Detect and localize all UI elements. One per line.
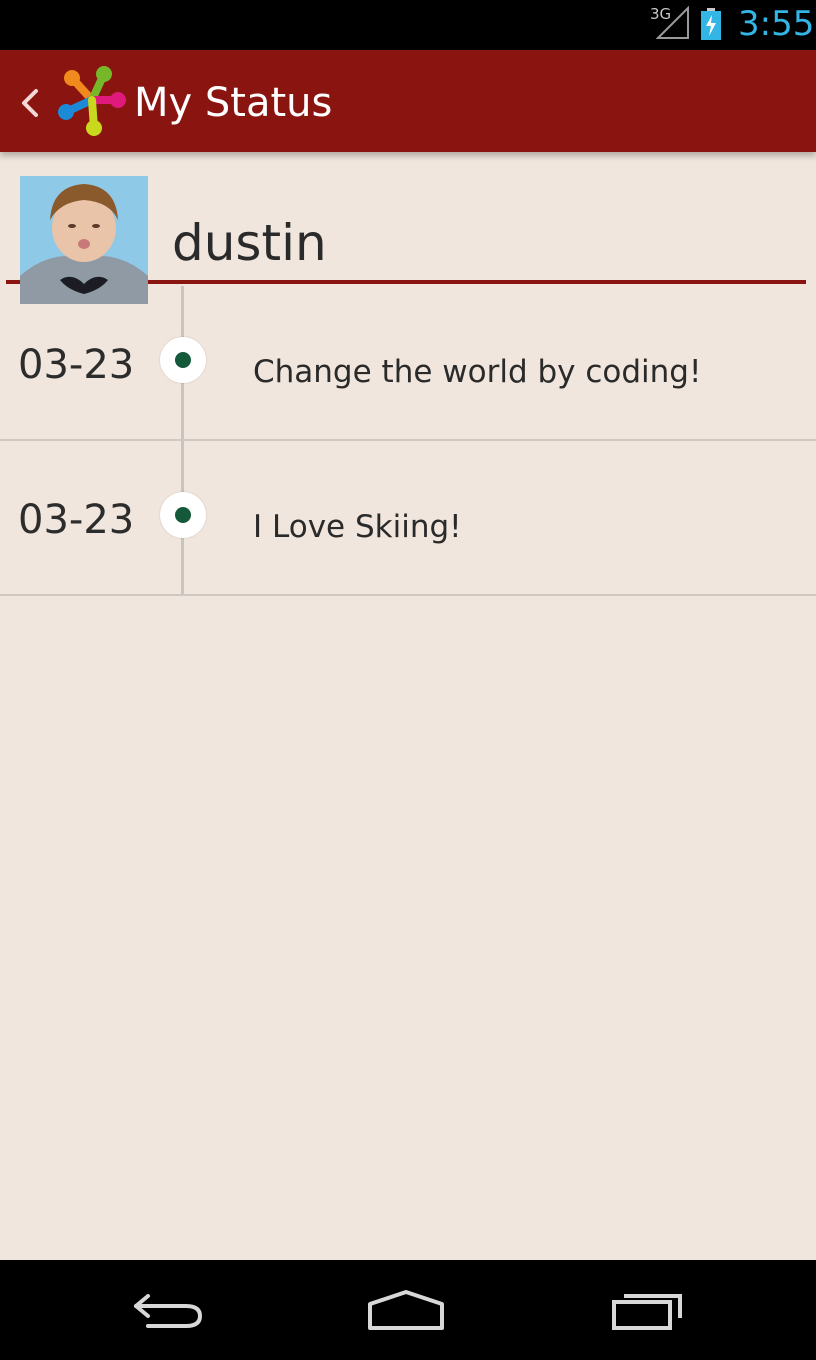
status-text: Change the world by coding! [253, 354, 702, 390]
timeline-row[interactable]: 03-23 Change the world by coding! [0, 286, 816, 441]
status-date: 03-23 [18, 497, 135, 543]
action-bar: My Status [0, 50, 816, 152]
username: dustin [172, 214, 327, 272]
timeline-row[interactable]: 03-23 I Love Skiing! [0, 441, 816, 596]
avatar[interactable] [20, 176, 148, 304]
status-clock: 3:55 [738, 4, 815, 44]
profile-header: dustin [0, 152, 816, 304]
navigation-bar [0, 1260, 816, 1360]
home-icon[interactable] [364, 1288, 448, 1332]
timeline-node-icon [160, 337, 206, 383]
chevron-left-icon[interactable] [16, 83, 46, 123]
back-icon[interactable] [128, 1288, 208, 1332]
status-date: 03-23 [18, 342, 135, 388]
page-title: My Status [134, 80, 333, 126]
recents-icon[interactable] [608, 1288, 688, 1332]
battery-charging-icon [701, 8, 721, 40]
app-logo-icon[interactable] [56, 66, 126, 136]
timeline-node-icon [160, 492, 206, 538]
signal-strength-icon [656, 6, 689, 39]
status-timeline: 03-23 Change the world by coding! 03-23 … [0, 286, 816, 596]
status-text: I Love Skiing! [253, 509, 462, 545]
status-bar: 3G 3:55 [0, 0, 816, 50]
screen: 3G 3:55 My Status dustin 03-23 Change th… [0, 0, 816, 1360]
